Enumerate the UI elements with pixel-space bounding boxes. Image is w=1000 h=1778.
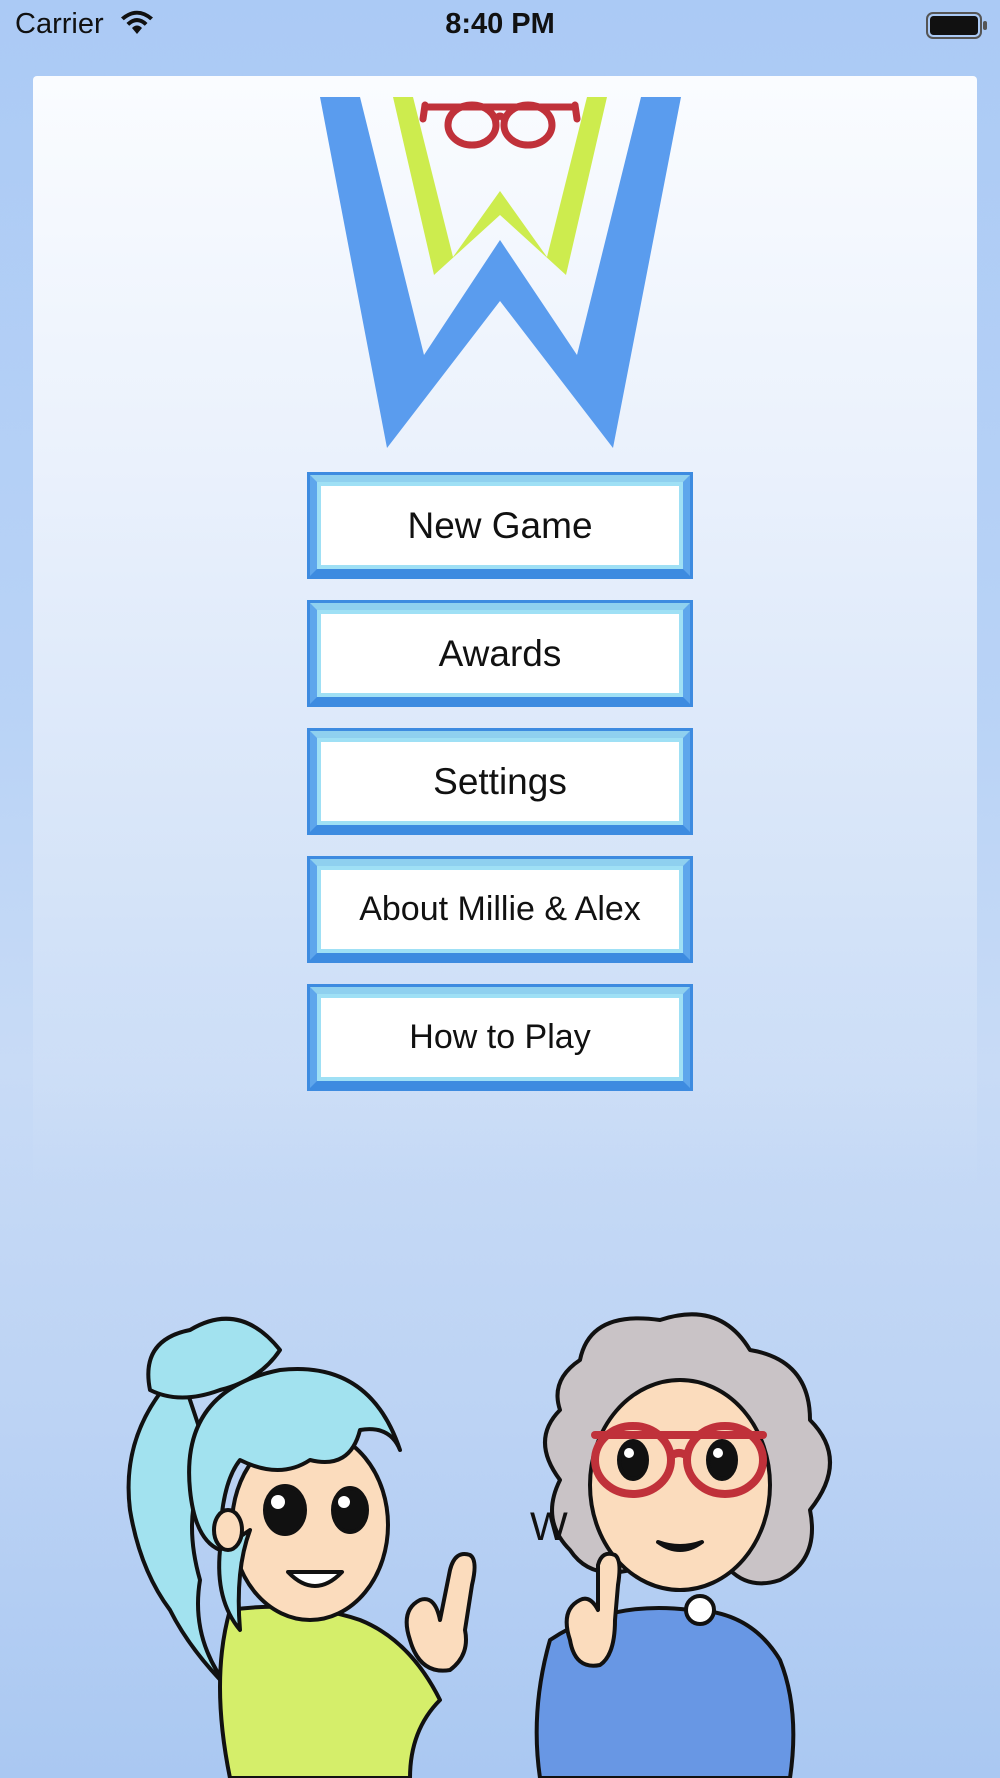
battery-icon bbox=[926, 12, 988, 47]
girl-hand bbox=[404, 1552, 477, 1673]
girl-right-eye bbox=[331, 1486, 369, 1534]
millie-alex-illustration: W bbox=[110, 1310, 890, 1778]
clock-time: 8:40 PM bbox=[445, 8, 555, 40]
how-to-play-label: How to Play bbox=[409, 1018, 591, 1056]
new-game-button[interactable]: New Game bbox=[307, 472, 693, 579]
new-game-label: New Game bbox=[407, 504, 593, 546]
awards-label: Awards bbox=[438, 632, 562, 674]
awards-button[interactable]: Awards bbox=[307, 600, 693, 707]
lady-pearl bbox=[684, 1594, 716, 1626]
status-bar: Carrier 8:40 PM bbox=[0, 0, 1000, 50]
app-logo bbox=[315, 95, 685, 450]
logo-w-icon bbox=[320, 97, 681, 448]
glasses-icon bbox=[419, 101, 581, 149]
about-button[interactable]: About Millie & Alex bbox=[307, 856, 693, 963]
sign-letter: W bbox=[530, 1505, 568, 1549]
girl-left-eye bbox=[263, 1484, 307, 1536]
settings-label: Settings bbox=[433, 760, 567, 802]
settings-button[interactable]: Settings bbox=[307, 728, 693, 835]
about-label: About Millie & Alex bbox=[359, 890, 641, 928]
how-to-play-button[interactable]: How to Play bbox=[307, 984, 693, 1091]
